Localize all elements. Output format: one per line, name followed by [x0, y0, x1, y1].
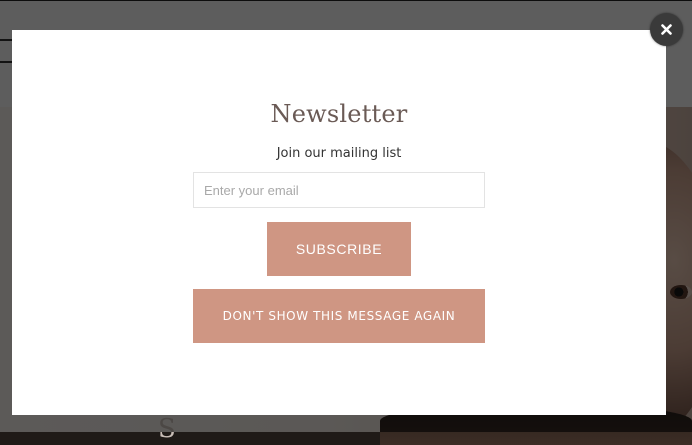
close-modal-button[interactable] [650, 13, 683, 46]
modal-title: Newsletter [270, 100, 408, 128]
email-input[interactable] [193, 172, 485, 208]
modal-subtitle: Join our mailing list [276, 146, 402, 161]
subscribe-button[interactable]: SUBSCRIBE [267, 222, 411, 276]
close-icon [661, 24, 672, 35]
dont-show-again-button[interactable]: DON'T SHOW THIS MESSAGE AGAIN [193, 289, 485, 343]
newsletter-modal: Newsletter Join our mailing list SUBSCRI… [12, 30, 666, 415]
